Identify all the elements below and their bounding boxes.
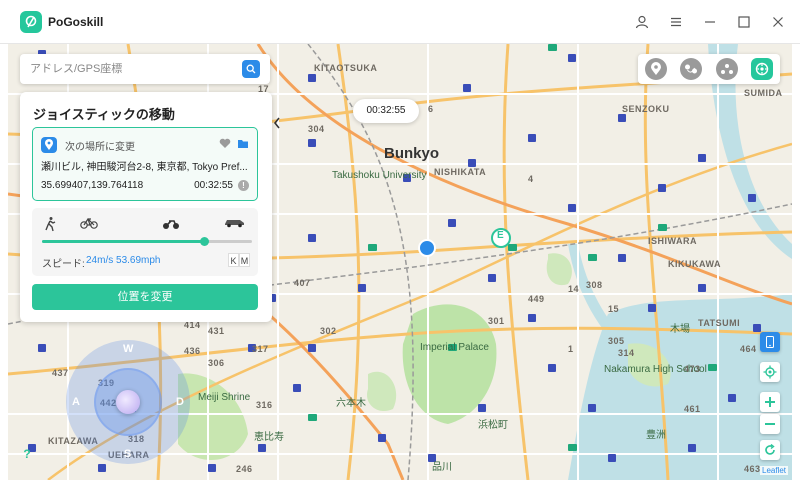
map-label-tatsumi: TATSUMI	[698, 318, 741, 328]
unit-mile-button[interactable]: M	[239, 253, 250, 267]
panel-title: ジョイスティックの移動	[33, 107, 175, 122]
map-label-roppongi: 六本木	[336, 398, 366, 409]
teleport-mode-icon[interactable]	[644, 58, 667, 80]
walk-icon[interactable]	[42, 216, 62, 232]
map-route-label: 306	[208, 358, 225, 368]
leaflet-attribution-link[interactable]: Leaflet	[760, 466, 789, 475]
map-label-nishikata: NISHIKATA	[434, 167, 487, 177]
app-logo-icon	[20, 10, 42, 33]
map-label-kikukawa: KIKUKAWA	[668, 259, 721, 269]
title-bar: PoGoskill	[0, 0, 800, 44]
map-route-label: 314	[618, 348, 635, 358]
close-icon[interactable]	[770, 14, 786, 30]
location-pin-icon	[41, 137, 57, 153]
map-label-meiji-shrine: Meiji Shrine	[198, 392, 251, 403]
joystick-right[interactable]: D	[176, 396, 184, 408]
folder-icon[interactable]	[237, 138, 249, 152]
motorcycle-icon[interactable]	[162, 216, 182, 232]
map-route-label: 407	[294, 278, 311, 288]
bicycle-icon[interactable]	[80, 216, 100, 232]
zoom-out-icon[interactable]	[760, 414, 780, 434]
map-route-label: 6	[428, 104, 434, 114]
destination-heading: 次の場所に変更	[65, 142, 135, 153]
map-label-hamamatsu: 浜松町	[478, 420, 508, 431]
menu-icon[interactable]	[668, 14, 684, 30]
car-icon[interactable]	[224, 216, 248, 232]
search-icon	[246, 64, 256, 74]
map-label-imperial-palace: Imperial Palace	[420, 342, 489, 353]
map-route-label: 437	[52, 368, 69, 378]
map-route-label: 304	[308, 124, 325, 134]
unit-km-button[interactable]: K	[228, 253, 239, 267]
map-label-bunkyo: Bunkyo	[384, 145, 440, 162]
location-marker-label[interactable]: E	[497, 230, 504, 241]
speed-value: 24m/s 53.69mph	[86, 255, 161, 266]
map-label-kiba: 木場	[670, 324, 690, 335]
map-label-senzoku: SENZOKU	[622, 104, 670, 114]
destination-coordinates: 35.699407,139.764118	[41, 180, 144, 191]
joystick-up[interactable]: W	[123, 343, 133, 355]
map-route-label: 464	[740, 344, 757, 354]
unit-toggle: K M	[228, 253, 250, 267]
speed-slider[interactable]	[42, 237, 252, 246]
speed-label: スピード:	[42, 259, 85, 270]
account-icon[interactable]	[634, 14, 650, 30]
map-label-sumida: SUMIDA	[744, 88, 783, 98]
map-route-label: 436	[184, 346, 201, 356]
joystick-left[interactable]: A	[72, 396, 80, 408]
map-label-toyosu: 豊洲	[646, 430, 666, 441]
map-route-label: 4	[528, 174, 534, 184]
speed-card: スピード: 24m/s 53.69mph K M	[32, 208, 258, 276]
map-route-label: 316	[256, 400, 273, 410]
destination-time: 00:32:55	[194, 180, 233, 191]
map-label-ebisu: 恵比寿	[254, 432, 284, 443]
map-route-label: 449	[528, 294, 545, 304]
search-input[interactable]	[20, 54, 242, 84]
map-route-label: 305	[608, 336, 625, 346]
map-route-label: 308	[586, 280, 603, 290]
map-label-takushoku: Takushoku University	[332, 170, 427, 181]
two-spot-mode-icon[interactable]	[680, 58, 703, 80]
maximize-icon[interactable]	[736, 14, 752, 30]
search-button[interactable]	[242, 60, 260, 78]
map-route-label: 461	[684, 404, 701, 414]
destination-address: 瀬川ビル, 神田駿河台2-8, 東京都, Tokyo Pref...	[41, 162, 248, 173]
app-name: PoGoskill	[48, 14, 104, 29]
destination-card: 次の場所に変更 瀬川ビル, 神田駿河台2-8, 東京都, Tokyo Pref.…	[32, 127, 258, 201]
joystick-knob[interactable]	[116, 390, 140, 414]
map-route-label: 246	[236, 464, 253, 474]
map-route-label: 15	[608, 304, 620, 314]
device-icon[interactable]	[760, 332, 780, 352]
map-route-label: 473	[684, 364, 701, 374]
map-route-label: 463	[744, 464, 761, 474]
refresh-icon[interactable]	[760, 440, 780, 460]
minimize-icon[interactable]	[702, 14, 718, 30]
window-controls	[634, 0, 786, 44]
info-icon[interactable]: !	[238, 180, 249, 191]
map-route-label: 301	[488, 316, 505, 326]
joystick-mode-icon[interactable]	[751, 58, 774, 80]
cooldown-timer: 00:32:55	[353, 99, 419, 123]
speed-slider-fill	[42, 240, 204, 243]
map-label-ishiwara: ISHIWARA	[648, 236, 697, 246]
map-label-shinagawa: 品川	[432, 462, 452, 473]
map-route-label: 317	[252, 344, 269, 354]
joystick-down[interactable]: S	[124, 448, 131, 460]
speed-slider-handle[interactable]	[199, 237, 209, 246]
zoom-in-icon[interactable]	[760, 392, 780, 412]
map-label-kitaotsuka: KITAOTSUKA	[314, 63, 378, 73]
joystick-panel: ジョイスティックの移動 次の場所に変更 瀬川ビル, 神田駿河台2-8, 東京都,…	[20, 92, 272, 322]
change-location-button[interactable]: 位置を変更	[32, 284, 258, 310]
map-route-label: 302	[320, 326, 337, 336]
search-bar	[20, 54, 270, 84]
map-route-label: 431	[208, 326, 225, 336]
multi-spot-mode-icon[interactable]	[715, 58, 738, 80]
locate-icon[interactable]	[760, 362, 780, 382]
heart-icon[interactable]	[219, 138, 231, 152]
mode-toolbar	[638, 54, 780, 84]
map-route-label: 1	[568, 344, 574, 354]
map-route-label: 14	[568, 284, 580, 294]
collapse-panel-icon[interactable]	[272, 115, 282, 131]
help-icon[interactable]: ?	[20, 447, 34, 461]
